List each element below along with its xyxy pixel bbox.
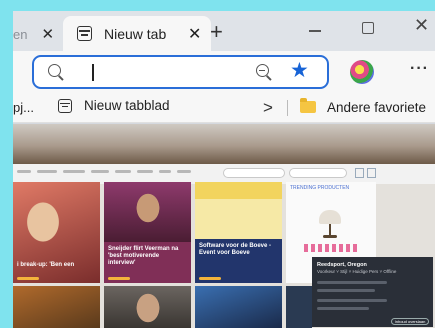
weather-option[interactable] [317, 281, 387, 284]
news-meta [199, 277, 221, 280]
background-image [13, 124, 435, 164]
feed-nav-link[interactable] [115, 170, 131, 173]
favorite-star-icon[interactable]: ★ [290, 59, 309, 83]
tab-page-icon [77, 26, 92, 41]
weather-panel[interactable]: Reedsport, Oregon Voorkeur ˅ Stijl ˅ Hui… [312, 257, 433, 327]
browser-window: en ✕ Nieuw tab ✕ + ✕ ★ ··· pj... Nieuw t… [13, 11, 435, 328]
other-favorites[interactable]: Andere favoriete [327, 100, 426, 115]
lamp-image [319, 210, 341, 224]
search-icon [48, 64, 61, 77]
personalize-button[interactable] [223, 168, 285, 178]
chevron-right-icon[interactable]: > [263, 98, 273, 118]
weather-option[interactable] [317, 299, 387, 302]
news-card[interactable]: Sneijder flirt Veerman na 'best motivere… [104, 182, 191, 283]
news-card[interactable] [286, 286, 312, 328]
zoom-out-icon[interactable] [256, 64, 269, 77]
tab-previous[interactable]: en ✕ [13, 21, 54, 47]
news-headline: i break-up: 'Ben een [17, 262, 75, 268]
weather-option[interactable] [317, 289, 375, 292]
shopping-tag: TRENDING PRODUCTEN [290, 185, 350, 191]
news-card[interactable]: i break-up: 'Ben een [13, 182, 100, 283]
news-meta [108, 277, 130, 280]
address-bar[interactable]: ★ [32, 55, 329, 89]
tab-previous-title: en [13, 26, 28, 42]
list-view-icon[interactable] [367, 168, 376, 178]
maximize-icon[interactable] [362, 22, 374, 34]
news-headline: Sneijder flirt Veerman na 'best motivere… [108, 246, 179, 266]
more-menu-icon[interactable]: ··· [410, 60, 429, 78]
favorite-item-truncated[interactable]: pj... [13, 100, 34, 115]
news-thumbnail [195, 182, 282, 239]
close-icon[interactable]: ✕ [188, 24, 201, 44]
weather-option[interactable] [317, 307, 369, 310]
content-visible-dropdown[interactable] [289, 168, 347, 178]
minimize-icon[interactable] [309, 30, 321, 32]
news-headline: Software voor de Boeve - Event voor Boev… [199, 243, 272, 256]
tab-title: Nieuw tab [104, 25, 167, 42]
favorites-divider [287, 100, 288, 116]
skip-content-button[interactable]: Inhoud overslaan [391, 318, 429, 325]
tab-strip: en ✕ Nieuw tab ✕ + ✕ [13, 11, 435, 51]
feed-nav-link[interactable] [177, 170, 191, 173]
news-card[interactable] [195, 286, 282, 328]
product-thumbnails [304, 244, 360, 252]
favorite-item-new-tab[interactable]: Nieuw tabblad [58, 98, 170, 113]
weather-subtitle: Voorkeur ˅ Stijl ˅ Huidige Pers ˅ Offlin… [317, 269, 397, 274]
news-thumbnail [104, 182, 191, 242]
feed-nav-link[interactable] [17, 170, 31, 173]
new-tab-page: i break-up: 'Ben een Sneijder flirt Veer… [13, 124, 435, 328]
close-icon[interactable]: ✕ [41, 25, 54, 43]
feed-nav-link[interactable] [63, 170, 85, 173]
new-tab-button[interactable]: + [210, 19, 223, 45]
tab-page-icon [58, 98, 72, 113]
feed-nav-link[interactable] [37, 170, 57, 173]
tab-active[interactable]: Nieuw tab ✕ [63, 16, 211, 51]
favorite-item-label: Nieuw tabblad [84, 98, 170, 113]
weather-location: Reedsport, Oregon [317, 262, 367, 268]
feed-nav-link[interactable] [159, 170, 171, 173]
address-row: ★ ··· [13, 51, 435, 93]
folder-icon [300, 98, 316, 113]
news-card[interactable] [13, 286, 100, 328]
profile-avatar[interactable] [350, 60, 374, 84]
text-caret [92, 64, 94, 81]
feed-nav-link[interactable] [137, 170, 153, 173]
lamp-image [323, 235, 337, 238]
window-close-icon[interactable]: ✕ [414, 15, 429, 36]
feed-nav [13, 164, 435, 184]
grid-view-icon[interactable] [355, 168, 364, 178]
feed-nav-link[interactable] [91, 170, 109, 173]
news-card[interactable] [104, 286, 191, 328]
news-card[interactable]: Software voor de Boeve - Event voor Boev… [195, 182, 282, 283]
favorites-bar: pj... Nieuw tabblad > Andere favoriete [13, 93, 435, 123]
news-meta [17, 277, 39, 280]
